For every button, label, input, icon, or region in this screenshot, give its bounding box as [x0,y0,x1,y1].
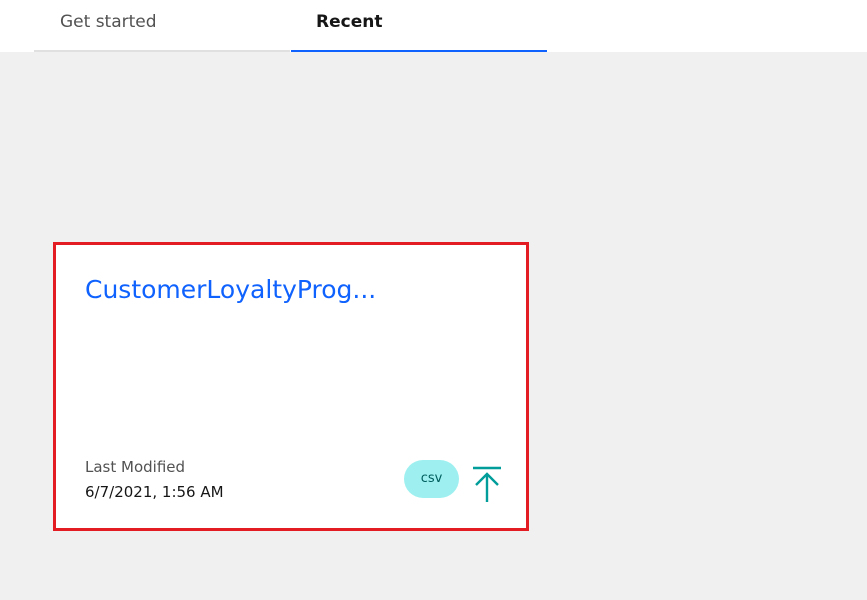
recent-panel: CustomerLoyaltyProg... Last Modified 6/7… [0,52,867,600]
upload-icon[interactable] [470,464,504,504]
last-modified-value: 6/7/2021, 1:56 AM [85,483,224,501]
last-modified-label: Last Modified [85,458,186,476]
recent-file-card[interactable]: CustomerLoyaltyProg... Last Modified 6/7… [53,242,529,531]
file-type-badge: csv [404,460,459,498]
tab-recent[interactable]: Recent [291,0,547,52]
card-title-link[interactable]: CustomerLoyaltyProg... [85,275,376,304]
tab-bar: Get started Recent [0,0,867,52]
tab-get-started[interactable]: Get started [34,0,290,52]
tab-get-started-label: Get started [60,12,157,32]
tab-recent-label: Recent [316,12,383,32]
